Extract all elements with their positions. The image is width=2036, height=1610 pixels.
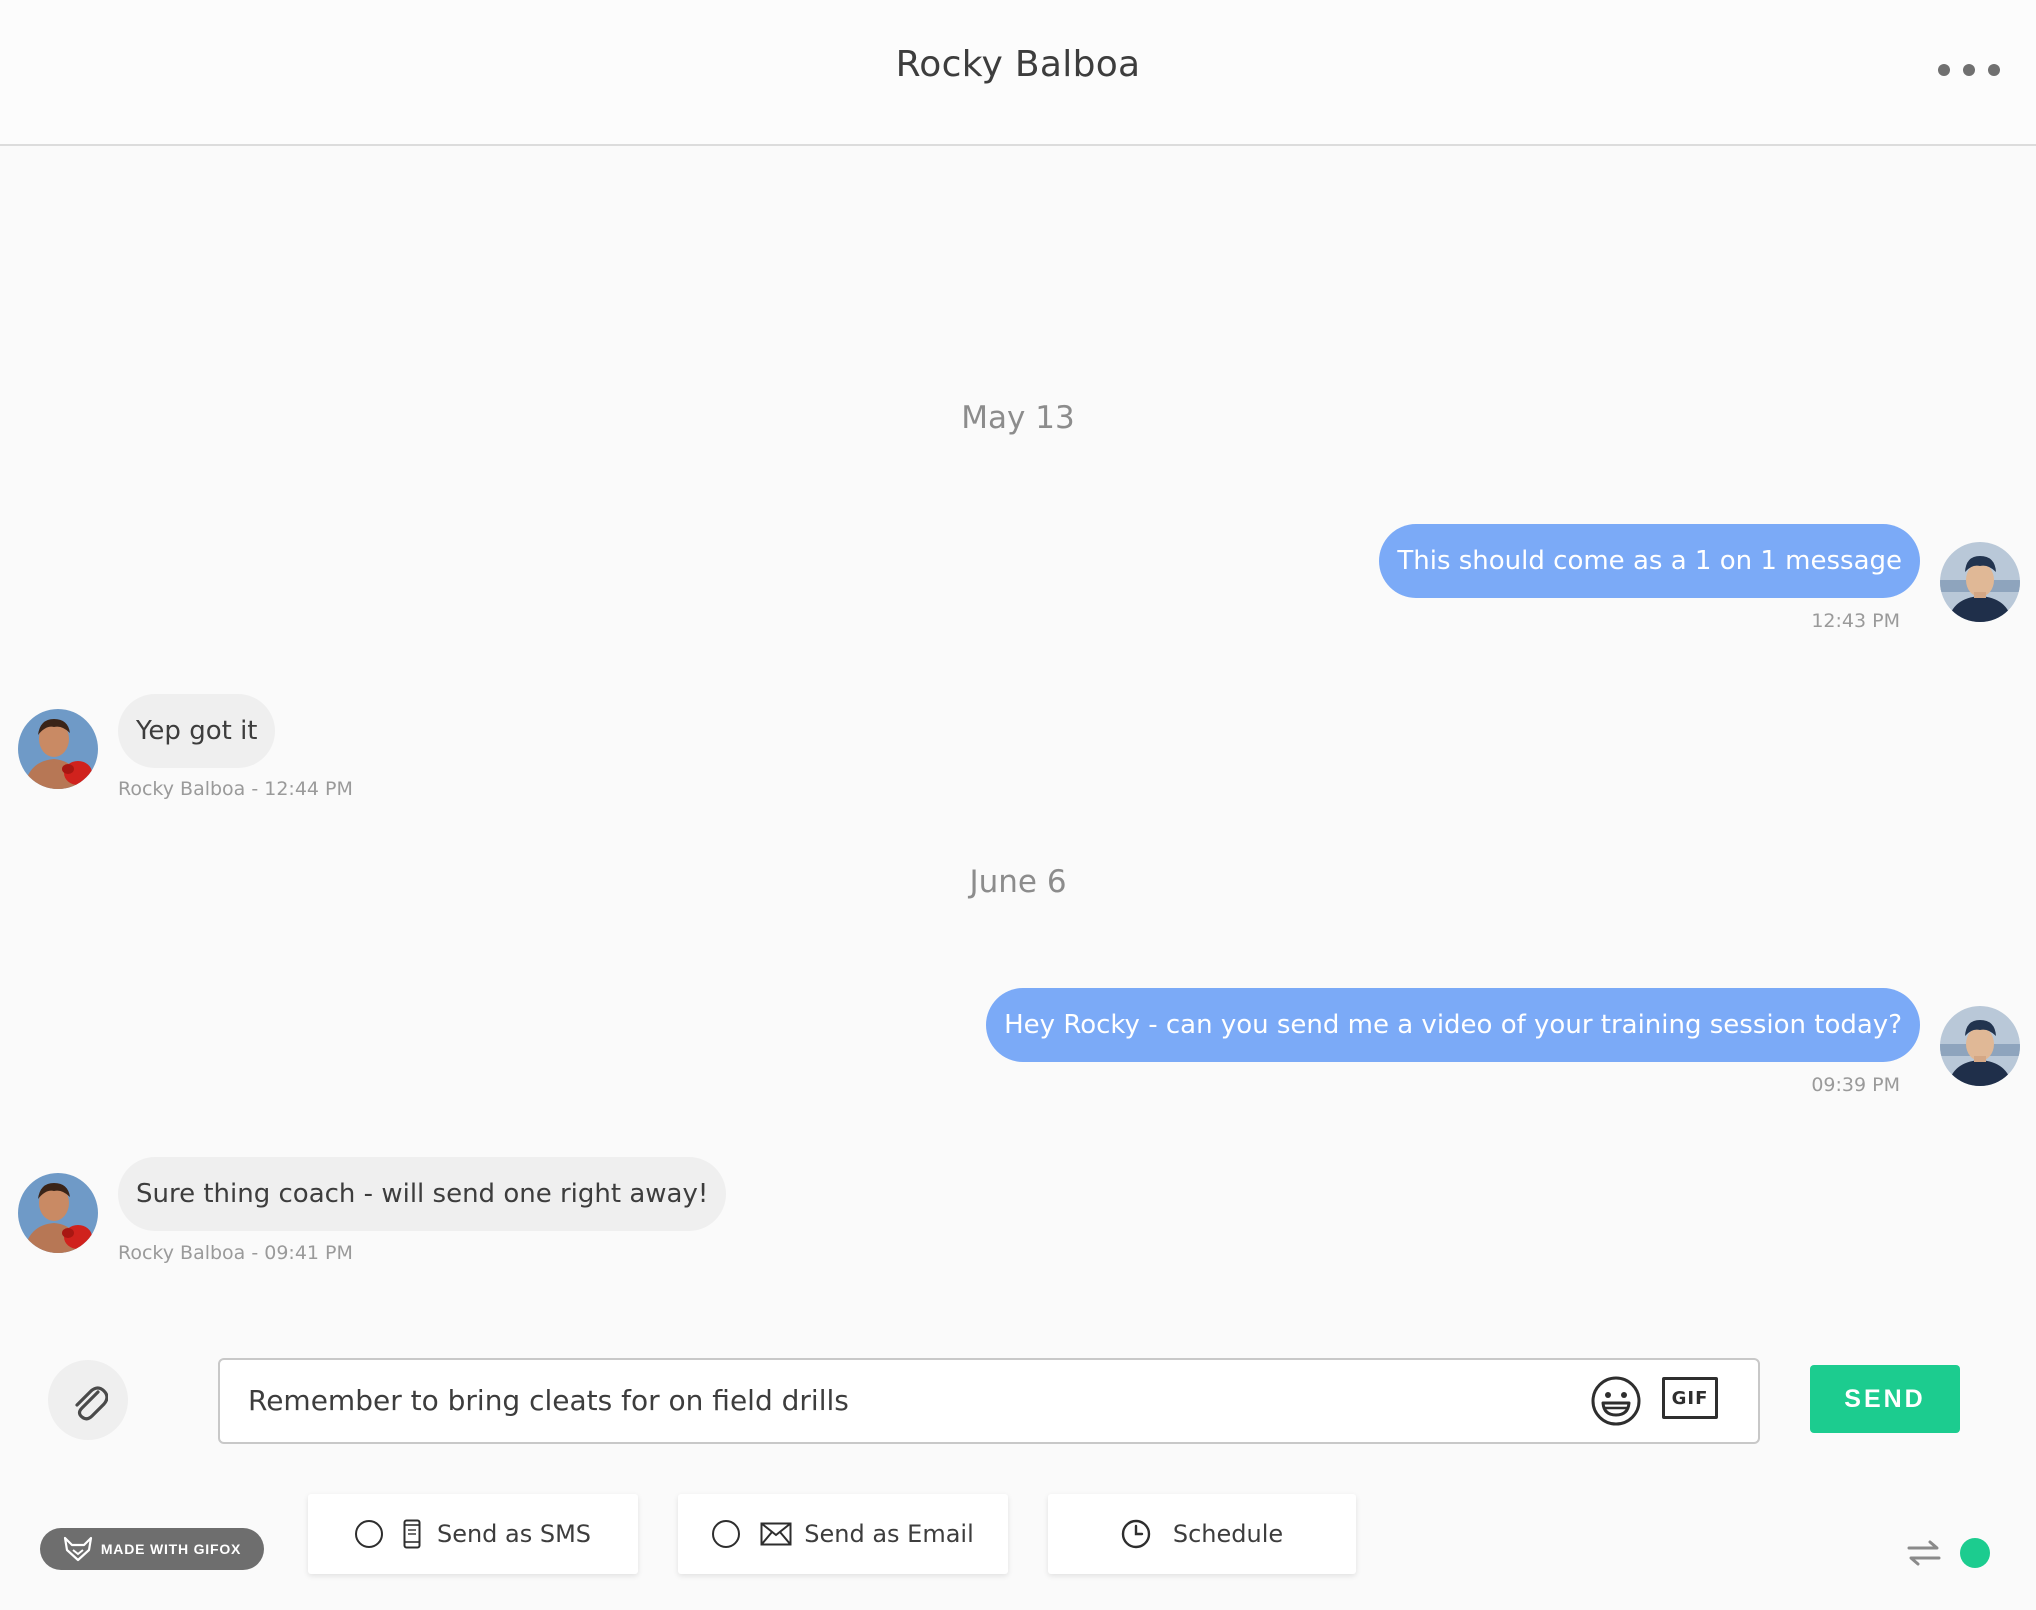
contact-avatar[interactable] (18, 709, 98, 789)
fox-logo-icon (63, 1536, 92, 1562)
schedule-label: Schedule (1172, 1520, 1284, 1548)
more-options-icon[interactable] (1938, 52, 2000, 88)
conversation-header: Rocky Balboa (0, 0, 2036, 146)
outgoing-message-bubble: Hey Rocky - can you send me a video of y… (986, 988, 1920, 1062)
date-separator: June 6 (969, 864, 1067, 900)
coach-avatar[interactable] (1940, 1006, 2020, 1086)
online-status-indicator (1960, 1538, 1990, 1568)
dot (1938, 64, 1950, 76)
gifox-badge-label: MADE WITH GIFOX (100, 1541, 242, 1557)
send-as-sms-option[interactable]: Send as SMS (308, 1494, 638, 1574)
send-as-email-option[interactable]: Send as Email (678, 1494, 1008, 1574)
coach-avatar[interactable] (1940, 542, 2020, 622)
email-radio[interactable] (712, 1520, 741, 1548)
message-timestamp: 09:39 PM (1811, 1074, 1900, 1096)
page-title: Rocky Balboa (895, 44, 1141, 85)
gif-button[interactable]: GIF (1662, 1377, 1718, 1419)
schedule-option[interactable]: Schedule (1048, 1494, 1356, 1574)
swap-arrows-icon[interactable] (1906, 1538, 1942, 1568)
phone-icon (403, 1519, 421, 1549)
outgoing-message-bubble: This should come as a 1 on 1 message (1379, 524, 1920, 598)
attach-button[interactable] (48, 1360, 128, 1440)
send-as-email-label: Send as Email (804, 1520, 974, 1548)
message-timestamp: 12:43 PM (1811, 610, 1900, 632)
made-with-gifox-badge: MADE WITH GIFOX (40, 1528, 264, 1570)
sms-radio[interactable] (354, 1520, 383, 1548)
message-input[interactable]: Remember to bring cleats for on field dr… (218, 1358, 1760, 1444)
send-button[interactable]: SEND (1810, 1365, 1960, 1433)
coach-avatar-image (1940, 542, 2020, 622)
clock-icon (1121, 1519, 1151, 1549)
contact-avatar-image (18, 709, 98, 789)
smiley-icon[interactable] (1590, 1375, 1642, 1427)
date-separator: May 13 (961, 400, 1075, 436)
contact-avatar[interactable] (18, 1173, 98, 1253)
dot (1988, 64, 2000, 76)
send-as-sms-label: Send as SMS (436, 1520, 592, 1548)
message-sender-timestamp: Rocky Balboa - 09:41 PM (118, 1242, 353, 1264)
coach-avatar-image (1940, 1006, 2020, 1086)
dot (1963, 64, 1975, 76)
paperclip-icon (75, 1386, 108, 1421)
message-input-value[interactable]: Remember to bring cleats for on field dr… (248, 1360, 849, 1442)
incoming-message-bubble: Yep got it (118, 694, 276, 768)
incoming-message-bubble: Sure thing coach - will send one right a… (118, 1157, 727, 1231)
contact-avatar-image (18, 1173, 98, 1253)
envelope-icon (760, 1522, 792, 1546)
message-sender-timestamp: Rocky Balboa - 12:44 PM (118, 778, 353, 800)
